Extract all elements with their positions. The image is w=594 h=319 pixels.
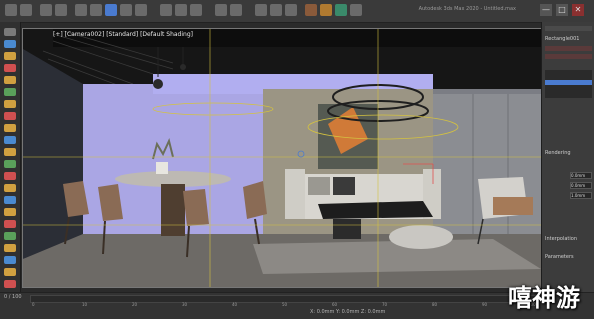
- tick-label: 50: [282, 302, 288, 307]
- sphere-icon[interactable]: [4, 112, 16, 120]
- rotate-icon[interactable]: [120, 4, 132, 16]
- coordinate-readout: X: 0.0mm Y: 0.0mm Z: 0.0mm: [310, 309, 386, 315]
- material-editor-icon[interactable]: [305, 4, 317, 16]
- viewport-scene: [23, 29, 541, 287]
- tick-label: 0: [32, 302, 35, 307]
- maximize-button[interactable]: □: [556, 4, 568, 16]
- select-icon[interactable]: [75, 4, 87, 16]
- mirror-icon[interactable]: [215, 4, 227, 16]
- window-title: Autodesk 3ds Max 2020 - Untitled.max: [418, 6, 516, 12]
- schematic-icon[interactable]: [285, 4, 297, 16]
- utilities-icon[interactable]: [4, 88, 16, 96]
- select-region-icon[interactable]: [90, 4, 102, 16]
- spacewarp-icon[interactable]: [4, 196, 16, 204]
- move-icon[interactable]: [105, 4, 117, 16]
- system-icon[interactable]: [4, 208, 16, 216]
- tick-label: 10: [82, 302, 88, 307]
- redo-icon[interactable]: [20, 4, 32, 16]
- unlink-icon[interactable]: [55, 4, 67, 16]
- render-frame-icon[interactable]: [335, 4, 347, 16]
- isolate-icon[interactable]: [4, 244, 16, 252]
- viewport-label[interactable]: [+] [Camera002] [Standard] [Default Shad…: [53, 31, 193, 38]
- section-parameters[interactable]: Parameters: [545, 254, 574, 260]
- snap-icon[interactable]: [160, 4, 172, 16]
- field-1[interactable]: 0.0mm: [570, 172, 592, 179]
- helper-icon[interactable]: [4, 184, 16, 192]
- tick-label: 70: [382, 302, 388, 307]
- tick-label: 60: [332, 302, 338, 307]
- scale-icon[interactable]: [135, 4, 147, 16]
- left-toolbar: [0, 22, 21, 292]
- curve-editor-icon[interactable]: [270, 4, 282, 16]
- section-interpolation[interactable]: Interpolation: [545, 236, 577, 242]
- render-setup-icon[interactable]: [320, 4, 332, 16]
- box-icon[interactable]: [4, 100, 16, 108]
- color-swatch[interactable]: [545, 46, 592, 51]
- panel-tabs[interactable]: [545, 26, 592, 31]
- section-rendering[interactable]: Rendering: [545, 150, 571, 156]
- tick-label: 80: [432, 302, 438, 307]
- field-2[interactable]: 0.0mm: [570, 182, 592, 189]
- tick-label: 30: [182, 302, 188, 307]
- object-name-field[interactable]: Rectangle001: [545, 36, 579, 42]
- modifier-list[interactable]: [545, 54, 592, 59]
- align-icon[interactable]: [230, 4, 242, 16]
- tick-label: 40: [232, 302, 238, 307]
- create-icon[interactable]: [4, 28, 16, 36]
- camera-viewport[interactable]: [+] [Camera002] [Standard] [Default Shad…: [22, 28, 542, 288]
- plane-icon[interactable]: [4, 136, 16, 144]
- link-icon[interactable]: [40, 4, 52, 16]
- undo-icon[interactable]: [5, 4, 17, 16]
- tick-label: 90: [482, 302, 488, 307]
- close-button[interactable]: ✕: [572, 4, 584, 16]
- display-icon[interactable]: [4, 76, 16, 84]
- camera-icon[interactable]: [4, 172, 16, 180]
- angle-snap-icon[interactable]: [175, 4, 187, 16]
- field-3[interactable]: 1.0mm: [570, 192, 592, 199]
- tick-label: 20: [132, 302, 138, 307]
- light-icon[interactable]: [4, 160, 16, 168]
- modify-icon[interactable]: [4, 40, 16, 48]
- percent-snap-icon[interactable]: [190, 4, 202, 16]
- line-icon[interactable]: [4, 148, 16, 156]
- minimize-button[interactable]: —: [540, 4, 552, 16]
- main-toolbar: Autodesk 3ds Max 2020 - Untitled.max — □…: [0, 0, 594, 23]
- hierarchy-icon[interactable]: [4, 52, 16, 60]
- hide-icon[interactable]: [4, 256, 16, 264]
- freeze-icon[interactable]: [4, 268, 16, 276]
- command-panel: Rectangle001 Rendering 0.0mm 0.0mm 1.0mm…: [541, 22, 594, 292]
- frame-counter: 0 / 100: [4, 294, 22, 300]
- render-icon[interactable]: [350, 4, 362, 16]
- modifier-stack-selected[interactable]: [545, 80, 592, 85]
- watermark-logo: 嘻神游: [508, 284, 580, 312]
- layer-icon[interactable]: [255, 4, 267, 16]
- attach-icon[interactable]: [4, 232, 16, 240]
- motion-icon[interactable]: [4, 64, 16, 72]
- delete-icon[interactable]: [4, 280, 16, 288]
- group-icon[interactable]: [4, 220, 16, 228]
- cylinder-icon[interactable]: [4, 124, 16, 132]
